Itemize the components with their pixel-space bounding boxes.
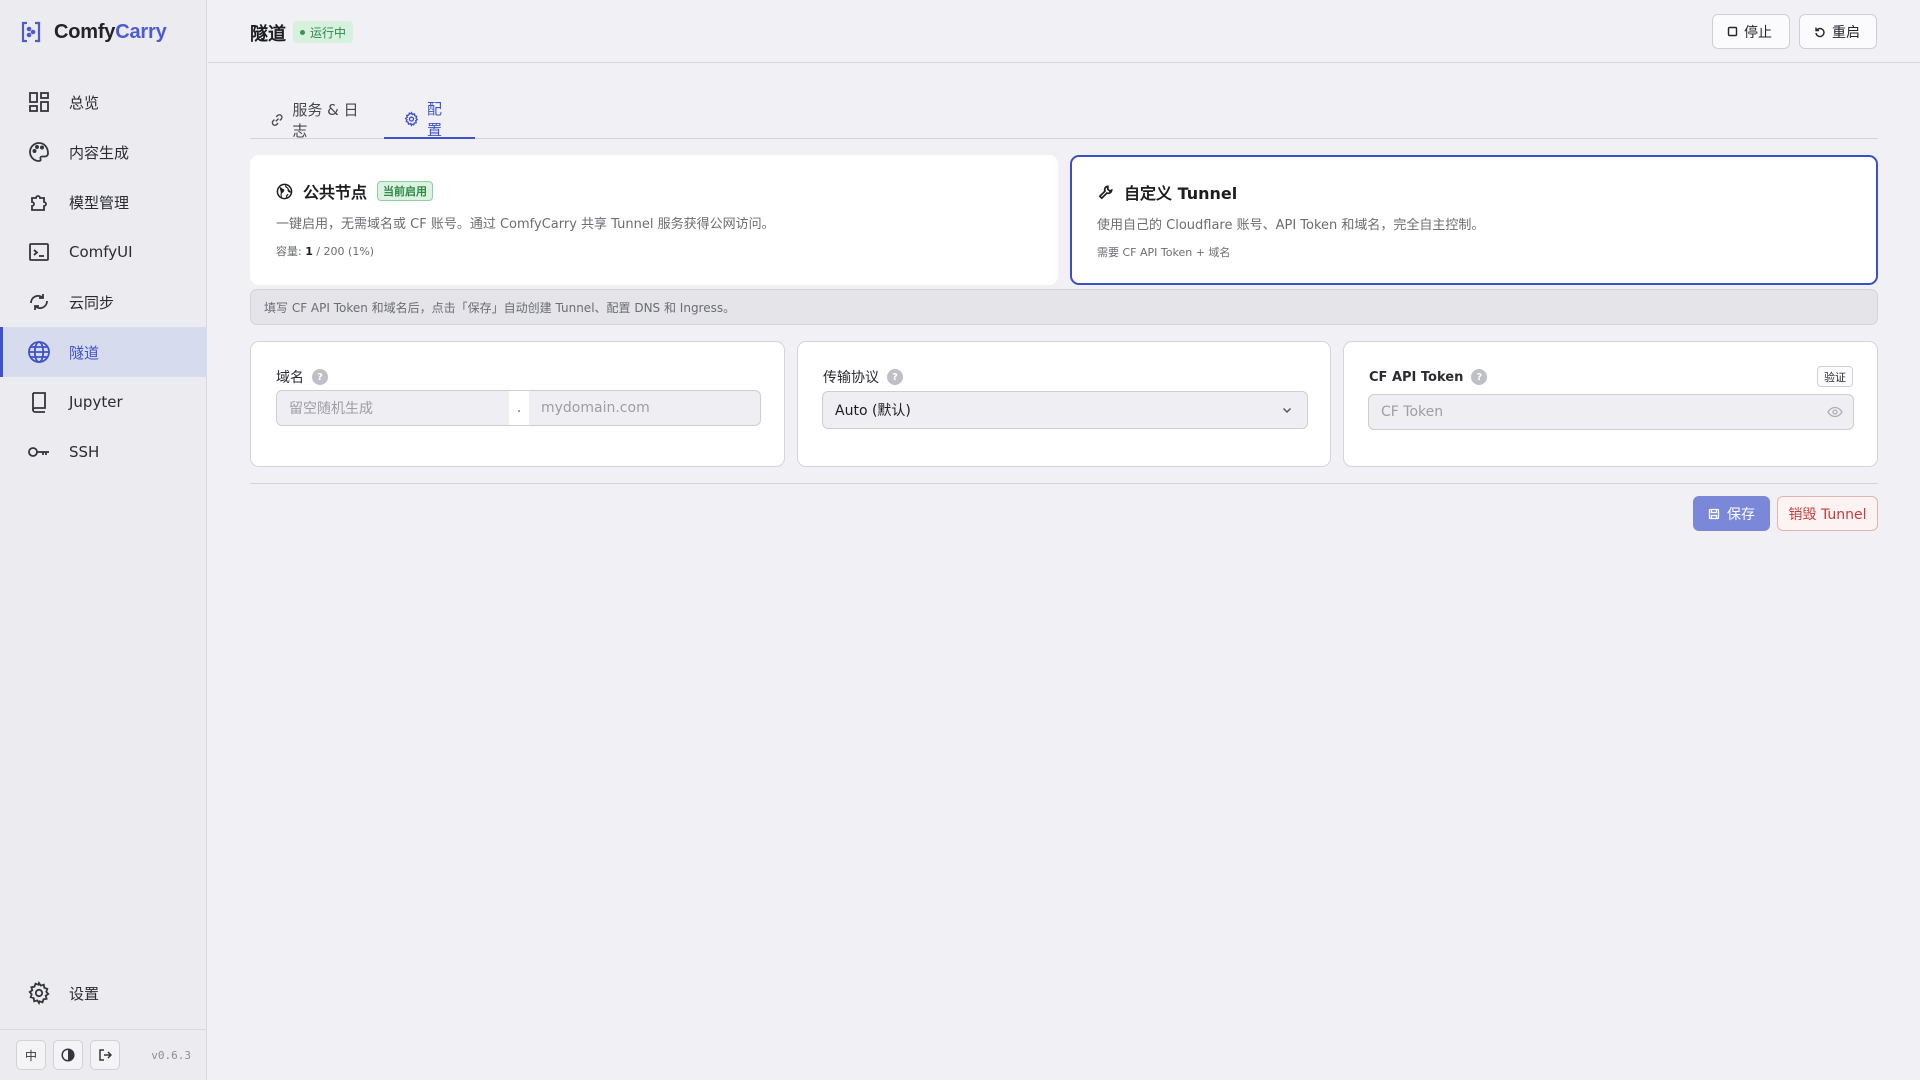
token-label: CF API Token: [1369, 369, 1464, 385]
language-toggle-button[interactable]: 中: [16, 1040, 46, 1070]
sidebar: ComfyCarry 总览 内容生成 模型管理 ComfyUI 云同步 隧道 J…: [0, 0, 207, 1080]
public-node-description: 一键启用，无需域名或 CF 账号。通过 ComfyCarry 共享 Tunnel…: [276, 217, 775, 232]
gear-icon: [404, 111, 419, 127]
domain-label: 域名: [276, 370, 304, 386]
active-tag: 当前启用: [377, 181, 434, 201]
contrast-icon: [61, 1048, 75, 1062]
custom-tunnel-card[interactable]: 自定义 Tunnel 使用自己的 Cloudflare 账号、API Token…: [1070, 155, 1878, 285]
sidebar-item-model-management[interactable]: 模型管理: [0, 177, 207, 227]
theme-toggle-button[interactable]: [53, 1040, 83, 1070]
sidebar-item-label: SSH: [69, 443, 100, 461]
status-text: 运行中: [310, 25, 347, 40]
cf-token-card: CF API Token ? 验证 CF Token: [1343, 341, 1878, 467]
palette-icon: [27, 140, 51, 164]
token-label-row: CF API Token ?: [1369, 369, 1488, 385]
stop-icon: [1727, 26, 1738, 37]
help-icon[interactable]: ?: [312, 369, 328, 385]
custom-tunnel-title-row: 自定义 Tunnel: [1097, 182, 1851, 203]
destroy-tunnel-button[interactable]: 销毁 Tunnel: [1777, 496, 1878, 531]
protocol-value: Auto (默认): [835, 403, 911, 419]
page-title: 隧道: [250, 24, 286, 45]
sidebar-nav: 总览 内容生成 模型管理 ComfyUI 云同步 隧道 Jupyter SSH: [0, 77, 207, 477]
key-icon: [27, 440, 51, 464]
custom-tunnel-description: 使用自己的 Cloudflare 账号、API Token 和域名，完全自主控制…: [1097, 218, 1485, 233]
domain-card: 域名 ? 留空随机生成 . mydomain.com: [250, 341, 785, 467]
sidebar-item-comfyui[interactable]: ComfyUI: [0, 227, 207, 277]
protocol-select[interactable]: Auto (默认): [822, 391, 1308, 429]
link-icon: [271, 114, 283, 126]
cf-token-input[interactable]: CF Token: [1368, 394, 1854, 430]
sidebar-item-label: 设置: [69, 984, 100, 1003]
sidebar-item-label: 内容生成: [69, 143, 130, 162]
restart-icon: [1815, 27, 1825, 37]
sidebar-item-label: ComfyUI: [69, 243, 133, 261]
root-domain-input[interactable]: mydomain.com: [529, 390, 761, 426]
page-header: 隧道 运行中 停止 重启: [208, 0, 1920, 63]
brand-name: ComfyCarry: [54, 20, 167, 43]
save-icon: [1708, 508, 1720, 519]
wrench-icon: [1098, 184, 1113, 199]
divider: [250, 483, 1878, 484]
gear-icon: [27, 981, 51, 1005]
tab-services-logs[interactable]: 服务 & 日志: [250, 101, 385, 140]
sidebar-item-settings[interactable]: 设置: [0, 968, 207, 1018]
tab-config[interactable]: 配置: [384, 100, 475, 139]
brand[interactable]: ComfyCarry: [20, 18, 167, 46]
custom-tunnel-requirement: 需要 CF API Token + 域名: [1097, 246, 1231, 259]
terminal-icon: [27, 240, 51, 264]
app-version: v0.6.3: [151, 1048, 191, 1062]
stop-label: 停止: [1744, 24, 1772, 41]
sidebar-item-ssh[interactable]: SSH: [0, 427, 207, 477]
sidebar-item-content-generation[interactable]: 内容生成: [0, 127, 207, 177]
help-icon[interactable]: ?: [887, 369, 903, 385]
comfycarry-logo-icon: [21, 21, 41, 43]
stop-button[interactable]: 停止: [1712, 14, 1790, 49]
eye-icon[interactable]: [1827, 404, 1843, 420]
chevron-down-icon: [1282, 407, 1292, 414]
logout-icon: [99, 1049, 112, 1061]
sidebar-item-label: 隧道: [69, 343, 100, 362]
sidebar-item-jupyter[interactable]: Jupyter: [0, 377, 207, 427]
status-badge: 运行中: [293, 21, 354, 43]
globe-icon: [276, 183, 293, 199]
domain-separator: .: [509, 390, 529, 426]
sidebar-item-label: 云同步: [69, 293, 115, 312]
save-button[interactable]: 保存: [1693, 496, 1770, 531]
sidebar-item-tunnel[interactable]: 隧道: [0, 327, 207, 377]
logout-button[interactable]: [90, 1040, 120, 1070]
tab-label: 服务 & 日志: [292, 101, 359, 140]
sidebar-footer: 中 v0.6.3: [0, 1029, 207, 1080]
restart-label: 重启: [1832, 24, 1860, 41]
public-node-card[interactable]: 公共节点 当前启用 一键启用，无需域名或 CF 账号。通过 ComfyCarry…: [250, 155, 1058, 285]
book-icon: [27, 390, 51, 414]
protocol-label-row: 传输协议 ?: [823, 367, 903, 387]
verify-button[interactable]: 验证: [1817, 366, 1853, 387]
public-node-title: 公共节点: [303, 183, 368, 202]
sidebar-item-label: Jupyter: [69, 393, 123, 411]
restart-button[interactable]: 重启: [1799, 14, 1877, 49]
sidebar-item-label: 模型管理: [69, 193, 130, 212]
globe-icon: [27, 340, 51, 364]
sidebar-item-overview[interactable]: 总览: [0, 77, 207, 127]
sidebar-item-label: 总览: [69, 93, 100, 112]
config-hint: 填写 CF API Token 和域名后，点击「保存」自动创建 Tunnel、配…: [250, 289, 1878, 325]
public-node-title-row: 公共节点 当前启用: [276, 181, 1032, 202]
dashboard-icon: [27, 90, 51, 114]
token-placeholder: CF Token: [1381, 404, 1444, 420]
capacity-text: 容量: 1 / 200 (1%): [276, 245, 375, 258]
puzzle-icon: [27, 190, 51, 214]
tabs: 服务 & 日志 配置: [250, 100, 1878, 140]
help-icon[interactable]: ?: [1471, 369, 1488, 385]
status-dot-icon: [300, 29, 305, 35]
protocol-card: 传输协议 ? Auto (默认): [797, 341, 1331, 467]
sidebar-item-cloud-sync[interactable]: 云同步: [0, 277, 207, 327]
subdomain-input[interactable]: 留空随机生成: [276, 390, 509, 426]
cloud-sync-icon: [27, 290, 51, 314]
custom-tunnel-title: 自定义 Tunnel: [1124, 184, 1238, 203]
domain-label-row: 域名 ?: [276, 367, 328, 387]
tab-label: 配置: [426, 100, 442, 139]
save-label: 保存: [1727, 506, 1755, 523]
protocol-label: 传输协议: [823, 370, 879, 386]
